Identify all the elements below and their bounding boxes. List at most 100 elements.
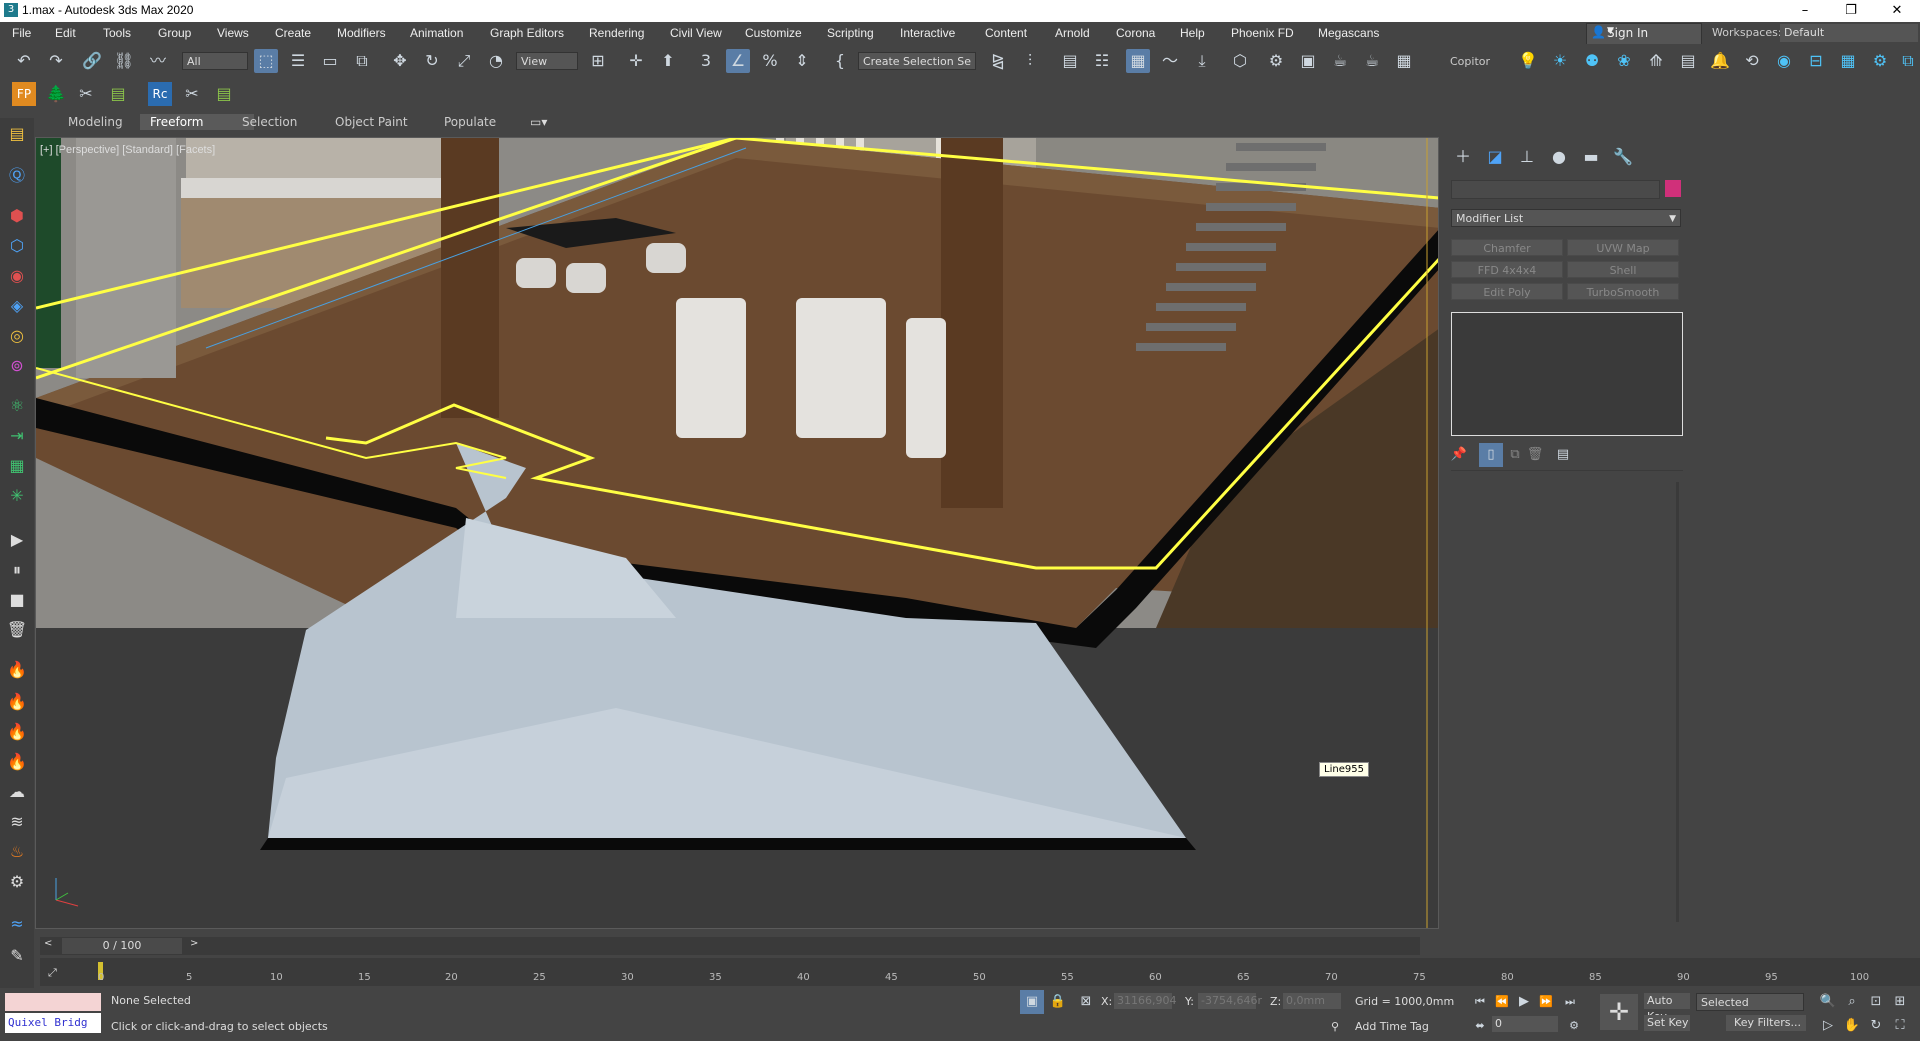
zoom-extents-icon[interactable]: ⊡ (1864, 990, 1888, 1014)
close-button[interactable]: ✕ (1874, 0, 1920, 22)
minimize-button[interactable]: – (1782, 0, 1828, 22)
box-icon[interactable]: ⬢ (5, 204, 29, 228)
bell-icon[interactable]: 🔔 (1708, 49, 1732, 73)
previous-frame-icon[interactable]: ⏪ (1490, 990, 1514, 1014)
menu-content[interactable]: Content (985, 26, 1027, 40)
menu-views[interactable]: Views (217, 26, 249, 40)
ring-icon[interactable]: ◎ (5, 324, 29, 348)
forest-pack-icon[interactable]: FP (12, 82, 36, 106)
qr-icon[interactable]: Ⓠ (5, 164, 29, 188)
y-coordinate-field[interactable]: -3754,646r (1198, 993, 1262, 1009)
maxscript-listener-input[interactable]: Quixel Bridg (5, 1013, 101, 1033)
selection-filter-dropdown[interactable]: All (182, 52, 248, 70)
motion-tab-icon[interactable]: ● (1547, 145, 1571, 169)
orbit-icon[interactable]: ↻ (1864, 1014, 1888, 1038)
fire-icon[interactable]: 🔥 (5, 658, 29, 682)
select-object-icon[interactable]: ⬚ (254, 49, 278, 73)
corona-camera-icon[interactable]: ⚉ (1580, 49, 1604, 73)
pause-icon[interactable]: ⏸ (5, 558, 29, 582)
pan-view-icon[interactable]: ✋ (1840, 1014, 1864, 1038)
viewport-label[interactable]: [+] [Perspective] [Standard] [Facets] (40, 144, 215, 156)
restore-button[interactable]: ❐ (1828, 0, 1874, 22)
script-icon[interactable]: ✎ (5, 944, 29, 968)
panel-scrollbar[interactable] (1676, 482, 1679, 922)
grid-icon[interactable]: ▦ (5, 454, 29, 478)
zoom-icon[interactable]: 🔍 (1816, 990, 1840, 1014)
bind-space-warp-icon[interactable]: 〰 (146, 49, 170, 73)
object-name-field[interactable] (1451, 180, 1660, 199)
key-mode-icon[interactable]: ⬌ (1468, 1014, 1492, 1038)
set-key-button[interactable]: Set Key (1644, 1015, 1690, 1031)
isolate-selection-icon[interactable]: ▣ (1020, 990, 1044, 1014)
corona-interactive-icon[interactable]: ▦ (1836, 49, 1860, 73)
reference-coordinate-dropdown[interactable]: View (516, 52, 578, 70)
configure-sets-icon[interactable]: ▤ (1551, 443, 1575, 467)
x-coordinate-field[interactable]: 31166,904 (1114, 993, 1177, 1009)
turbosmooth-button[interactable]: TurboSmooth (1567, 283, 1679, 300)
move-icon[interactable]: ✥ (388, 49, 412, 73)
ocean-icon[interactable]: ≈ (5, 912, 29, 936)
undo-icon[interactable]: ↶ (12, 49, 36, 73)
menu-animation[interactable]: Animation (410, 26, 463, 40)
menu-arnold[interactable]: Arnold (1055, 26, 1090, 40)
lock-icon[interactable]: ⚲ (1331, 1020, 1339, 1033)
menu-megascans[interactable]: Megascans (1318, 26, 1379, 40)
railclone-tools-icon[interactable]: ✂ (180, 82, 204, 106)
material-icon[interactable]: ⊚ (5, 354, 29, 378)
stop-icon[interactable]: ■ (5, 588, 29, 612)
track-bar[interactable]: ⤢ 0 5 10 15 20 25 30 35 40 45 50 55 60 6… (40, 958, 1920, 986)
align-icon[interactable]: ⫶ (1018, 49, 1042, 73)
menu-phoenix-fd[interactable]: Phoenix FD (1231, 26, 1294, 40)
material-editor-icon[interactable]: ⬡ (1228, 49, 1252, 73)
mini-curve-icon[interactable]: ⤢ (48, 966, 57, 980)
converter-icon[interactable]: ⟲ (1740, 49, 1764, 73)
menu-file[interactable]: File (12, 26, 31, 40)
show-end-result-icon[interactable]: ▯ (1479, 443, 1503, 467)
maxscript-listener-output[interactable] (5, 993, 101, 1011)
zoom-all-icon[interactable]: ⌕ (1840, 990, 1864, 1014)
tab-selection[interactable]: Selection (232, 114, 307, 130)
select-manipulate-icon[interactable]: ✛ (624, 49, 648, 73)
display-tab-icon[interactable]: ▬ (1579, 145, 1603, 169)
render-setup-icon[interactable]: ⚙ (1264, 49, 1288, 73)
menu-corona[interactable]: Corona (1116, 26, 1155, 40)
tab-object-paint[interactable]: Object Paint (325, 114, 418, 130)
modifier-list-dropdown[interactable]: Modifier List ▼ (1451, 209, 1681, 227)
mirror-icon[interactable]: ⧎ (986, 49, 1010, 73)
curve-editor-icon[interactable]: 〜 (1158, 49, 1182, 73)
ribbon-options-icon[interactable]: ▭▾ (520, 114, 557, 130)
layer-explorer-icon[interactable]: ☷ (1090, 49, 1114, 73)
current-frame-field[interactable]: 0 (1492, 1016, 1558, 1032)
hierarchy-tab-icon[interactable]: ⊥ (1515, 145, 1539, 169)
sun-icon[interactable]: ☀ (1548, 49, 1572, 73)
window-crossing-icon[interactable]: ⧉ (350, 49, 374, 73)
percent-snap-icon[interactable]: % (758, 49, 782, 73)
time-slider-thumb[interactable]: 0 / 100 (62, 938, 182, 954)
play-animation-icon[interactable]: ▶ (1512, 990, 1536, 1014)
workspaces-select[interactable]: Default (1780, 24, 1918, 42)
scene-explorer-icon[interactable]: ▤ (5, 122, 29, 146)
more-tools-icon[interactable]: ⧉ (1896, 49, 1920, 73)
scale-icon[interactable]: ⤢ (452, 49, 476, 73)
corona-toolbox-icon[interactable]: ⊟ (1804, 49, 1828, 73)
next-frame-icon[interactable]: > (190, 938, 198, 949)
menu-edit[interactable]: Edit (55, 26, 76, 40)
add-time-tag[interactable]: Add Time Tag (1355, 1020, 1429, 1033)
burst-icon[interactable]: ✳ (5, 484, 29, 508)
goto-start-icon[interactable]: ⏮ (1468, 990, 1492, 1014)
menu-customize[interactable]: Customize (745, 26, 802, 40)
menu-interactive[interactable]: Interactive (900, 26, 955, 40)
ffd-button[interactable]: FFD 4x4x4 (1451, 261, 1563, 278)
remove-modifier-icon[interactable]: 🗑 (1523, 443, 1547, 467)
angle-snap-icon[interactable]: ∠ (726, 49, 750, 73)
prev-frame-icon[interactable]: < (44, 938, 52, 949)
copitor-label[interactable]: Copitor (1450, 55, 1490, 68)
time-slider[interactable]: < 0 / 100 > (40, 937, 1420, 955)
placement-icon[interactable]: ◔ (484, 49, 508, 73)
next-frame-icon[interactable]: ⏩ (1534, 990, 1558, 1014)
forest-list-icon[interactable]: ▤ (106, 82, 130, 106)
arrow-right-icon[interactable]: ⇥ (5, 424, 29, 448)
fire-emit-icon[interactable]: 🔥 (5, 750, 29, 774)
render-iterative-icon[interactable]: ☕ (1360, 49, 1384, 73)
corona-scatter-icon[interactable]: ❀ (1612, 49, 1636, 73)
